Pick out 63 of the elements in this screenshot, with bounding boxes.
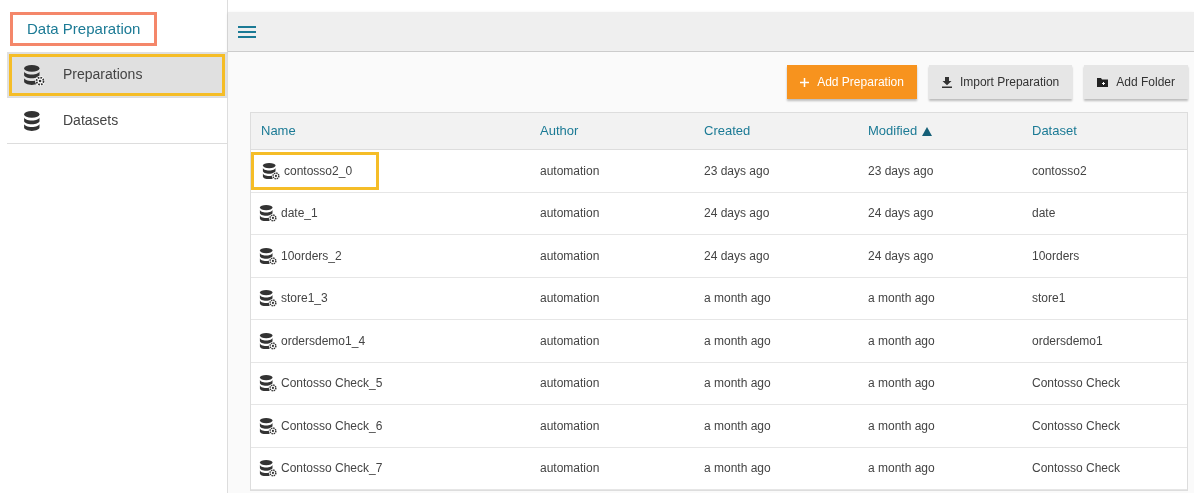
table-cell: a month ago: [704, 418, 771, 433]
table-cell: 10orders: [1032, 248, 1080, 263]
database-gear-icon: [259, 204, 277, 223]
database-gear-icon: [259, 416, 277, 435]
preparation-name[interactable]: Contosso Check_7: [251, 449, 407, 488]
sidebar-item[interactable]: Preparations: [7, 52, 227, 98]
table-cell: automation: [540, 418, 600, 433]
database-gear-icon: [259, 331, 277, 350]
table-cell: 24 days ago: [704, 206, 770, 221]
table-cell: Contosso Check: [1032, 461, 1121, 476]
toolbar-button[interactable]: Add Folder: [1084, 65, 1188, 99]
table-cell: automation: [540, 206, 600, 221]
table-cell: Contosso Check: [1032, 376, 1121, 391]
column-header[interactable]: Name: [251, 121, 530, 141]
column-header[interactable]: Modified: [858, 121, 1022, 141]
database-gear-icon: [259, 246, 277, 265]
table-cell: a month ago: [704, 461, 771, 476]
table-cell: automation: [540, 333, 600, 348]
preparation-name[interactable]: Contosso Check_5: [251, 364, 407, 403]
download-icon: [941, 76, 952, 88]
table-cell: 24 days ago: [704, 248, 770, 263]
preparation-name[interactable]: contosso2_0: [251, 151, 380, 190]
table-cell: automation: [540, 248, 600, 263]
column-header[interactable]: Created: [694, 121, 858, 141]
plus-icon: [800, 77, 810, 87]
table-cell: 23 days ago: [868, 163, 934, 178]
column-header[interactable]: Author: [530, 121, 694, 141]
table-cell: a month ago: [868, 418, 935, 433]
table-cell: a month ago: [868, 291, 935, 306]
table-cell: automation: [540, 163, 600, 178]
toolbar-button[interactable]: Import Preparation: [928, 65, 1073, 99]
app-title: Data Preparation: [10, 12, 158, 46]
table-cell: a month ago: [868, 461, 935, 476]
preparation-name[interactable]: store1_3: [251, 279, 352, 318]
database-gear-icon: [259, 289, 277, 308]
table-cell: 23 days ago: [704, 163, 770, 178]
table-cell: a month ago: [868, 376, 935, 391]
table-cell: a month ago: [868, 333, 935, 348]
preparation-name[interactable]: date_1: [251, 194, 342, 233]
preparation-name[interactable]: 10orders_2: [251, 236, 366, 275]
database-gear-icon: [259, 459, 277, 478]
table-cell: date: [1032, 206, 1056, 221]
table-cell: automation: [540, 376, 600, 391]
menu-icon[interactable]: [238, 24, 256, 39]
column-header[interactable]: Dataset: [1022, 121, 1187, 141]
preparation-name[interactable]: ordersdemo1_4: [251, 321, 390, 360]
table-cell: 24 days ago: [868, 206, 934, 221]
table-cell: ordersdemo1: [1032, 333, 1103, 348]
preparation-name[interactable]: Contosso Check_6: [251, 406, 407, 445]
sort-up-icon: [922, 126, 933, 136]
table-cell: a month ago: [704, 376, 771, 391]
database-gear-icon: [262, 161, 280, 180]
table-cell: store1: [1032, 291, 1066, 306]
table-cell: automation: [540, 291, 600, 306]
table-cell: Contosso Check: [1032, 418, 1121, 433]
database-gear-icon: [23, 63, 45, 86]
table-cell: 24 days ago: [868, 248, 934, 263]
table-cell: a month ago: [704, 333, 771, 348]
table-cell: automation: [540, 461, 600, 476]
table-cell: contosso2: [1032, 163, 1087, 178]
table-cell: a month ago: [704, 291, 771, 306]
database-gear-icon: [259, 374, 277, 393]
folder-icon: [1097, 77, 1109, 87]
